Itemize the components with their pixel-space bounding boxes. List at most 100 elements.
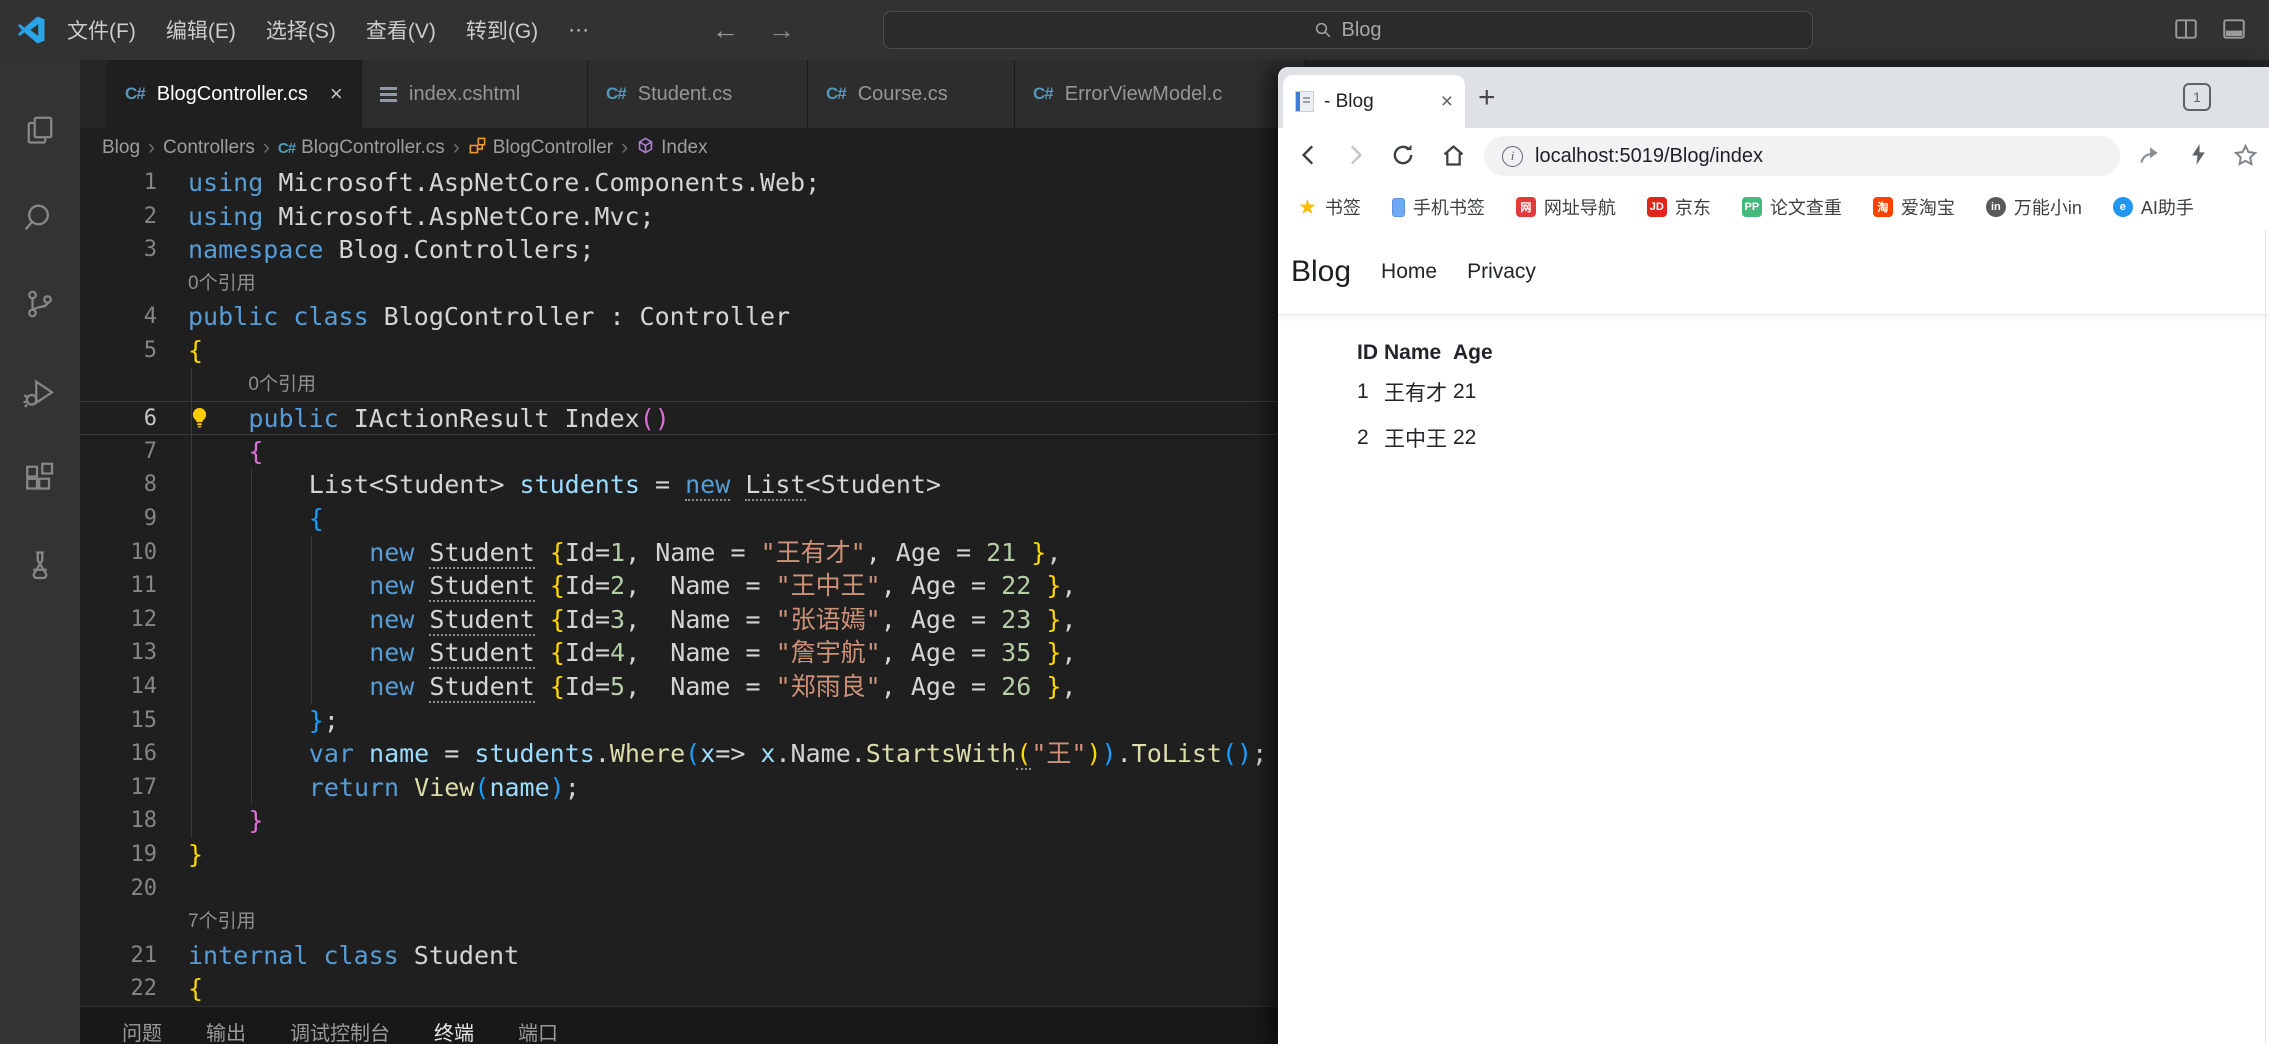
bookmark-论文查重[interactable]: PP 论文查重 [1741,194,1842,220]
line-number[interactable]: 11 [80,569,158,603]
explorer-icon[interactable] [0,100,80,164]
code-line-3[interactable]: 3 namespace Blog.Controllers; [80,233,1278,267]
line-number[interactable]: 19 [80,838,158,872]
menu-item-3[interactable]: 查看(V) [351,15,451,45]
line-number[interactable]: 5 [80,334,157,368]
breadcrumb-item-BlogController.cs[interactable]: C# BlogController.cs [278,137,445,159]
bookmark-爱淘宝[interactable]: 淘爱淘宝 [1872,194,1955,220]
bookmark-网址导航[interactable]: 网网址导航 [1515,194,1616,220]
extensions-icon[interactable] [0,446,80,510]
line-number[interactable]: 4 [80,300,157,334]
tab-close-icon[interactable]: × [330,81,343,107]
editor-tab-ErrorViewModel.c[interactable]: C# ErrorViewModel.c [1015,60,1305,128]
panel-tab-调试控制台[interactable]: 调试控制台 [290,1017,390,1044]
code-line-5[interactable]: 5{ [80,334,1278,368]
site-info-icon[interactable]: i [1502,145,1523,167]
panel-tab-终端[interactable]: 终端 [434,1017,474,1044]
address-bar[interactable]: i localhost:5019/Blog/index [1484,136,2120,176]
codelens[interactable]: 0个引用 [80,267,1278,301]
code-line-18[interactable]: 18} [80,804,1278,838]
menu-item-1[interactable]: 编辑(E) [151,15,251,45]
lightning-icon[interactable] [2186,142,2211,167]
panel-tab-端口[interactable]: 端口 [518,1017,558,1044]
share-icon[interactable] [2136,142,2162,168]
code-line-20[interactable]: 20 [80,872,1278,906]
source-control-icon[interactable] [0,272,80,336]
line-number[interactable]: 20 [80,872,158,906]
line-number[interactable]: 1 [80,168,157,200]
line-number[interactable]: 14 [80,670,158,704]
codelens-references[interactable]: 0个引用 [188,267,256,301]
code-line-10[interactable]: 10 new Student {Id=1, Name = "王有才", Age =… [80,536,1278,570]
line-number[interactable]: 2 [80,200,157,234]
line-number[interactable]: 10 [80,536,158,570]
code-line-1[interactable]: 1 using Microsoft.AspNetCore.Components.W… [80,168,1278,200]
split-editor-icon[interactable] [2173,16,2199,42]
code-editor[interactable]: 1 using Microsoft.AspNetCore.Components.W… [80,168,1278,1006]
code-line-2[interactable]: 2 using Microsoft.AspNetCore.Mvc; [80,200,1278,234]
line-number[interactable]: 3 [80,233,157,267]
new-tab-icon[interactable]: + [1478,81,1496,115]
browser-forward-icon[interactable] [1342,142,1368,168]
line-number[interactable]: 8 [80,468,157,502]
code-line-19[interactable]: 19} [80,838,1278,872]
line-number[interactable]: 12 [80,603,158,637]
browser-tab[interactable]: - Blog × [1283,75,1465,128]
code-line-8[interactable]: 8 List<Student> students = new List<Stude… [80,468,1278,502]
codelens[interactable]: 0个引用 [80,368,1278,402]
layout-panel-icon[interactable] [2221,16,2247,42]
code-line-17[interactable]: 17 return View(name); [80,771,1278,805]
bookmark-手机书签[interactable]: 手机书签 [1391,194,1485,220]
code-line-22[interactable]: 22 { [80,972,1278,1006]
bookmark-star-icon[interactable] [2232,142,2259,169]
editor-tab-BlogController.cs[interactable]: C# BlogController.cs × [107,60,362,128]
search-icon[interactable] [0,186,80,250]
breadcrumb-item-Index[interactable]: Index [636,136,708,161]
page-scrollbar[interactable] [2265,230,2266,1044]
line-number[interactable]: 6 [80,402,157,436]
panel-tab-问题[interactable]: 问题 [122,1017,162,1044]
tab-close-icon[interactable]: × [1441,90,1453,114]
editor-tab-Course.cs[interactable]: C# Course.cs [808,60,1015,128]
bookmark-AI助手[interactable]: e AI助手 [2112,194,2194,220]
run-debug-icon[interactable] [0,361,80,425]
line-number[interactable]: 21 [80,939,158,973]
nav-back-icon[interactable]: ← [712,0,739,60]
code-line-13[interactable]: 13 new Student {Id=4, Name = "詹宇航", Age =… [80,636,1278,670]
codelens[interactable]: 7个引用 [80,905,1278,939]
code-line-9[interactable]: 9{ [80,502,1278,536]
nav-link-Privacy[interactable]: Privacy [1467,260,1536,284]
breadcrumb-item-Blog[interactable]: Blog [102,137,140,159]
browser-reload-icon[interactable] [1390,142,1416,168]
breadcrumb-item-Controllers[interactable]: Controllers [163,137,255,159]
menu-more[interactable]: ··· [553,18,604,42]
line-number[interactable]: 18 [80,804,158,838]
codelens-references[interactable]: 0个引用 [248,368,316,402]
code-line-14[interactable]: 14 new Student {Id=5, Name = "郑雨良", Age =… [80,670,1278,704]
command-center-search[interactable]: Blog [883,11,1813,49]
code-line-21[interactable]: 21 internal class Student [80,939,1278,973]
code-line-7[interactable]: 7{ [80,435,1278,469]
line-number[interactable]: 13 [80,636,158,670]
bookmark-书签[interactable]: ★ 书签 [1298,194,1361,220]
codelens-references[interactable]: 7个引用 [188,905,256,939]
browser-back-icon[interactable] [1296,142,1322,168]
line-number[interactable]: 22 [80,972,158,1006]
line-number[interactable]: 9 [80,502,157,536]
code-line-4[interactable]: 4 public class BlogController : Controlle… [80,300,1278,334]
site-brand-link[interactable]: Blog [1291,255,1351,289]
line-number[interactable]: 15 [80,704,158,738]
tab-counter[interactable]: 1 [2183,83,2211,111]
line-number[interactable]: 16 [80,737,158,771]
bookmark-万能小in[interactable]: in 万能小in [1985,194,2082,220]
code-line-15[interactable]: 15}; [80,704,1278,738]
code-line-6[interactable]: 6 public IActionResult Index() [80,401,1278,436]
code-line-11[interactable]: 11 new Student {Id=2, Name = "王中王", Age =… [80,569,1278,603]
line-number[interactable]: 7 [80,435,157,469]
testing-icon[interactable] [0,534,80,598]
menu-item-4[interactable]: 转到(G) [451,15,553,45]
code-line-12[interactable]: 12 new Student {Id=3, Name = "张语嫣", Age =… [80,603,1278,637]
nav-link-Home[interactable]: Home [1381,260,1437,284]
browser-home-icon[interactable] [1440,142,1467,169]
breadcrumb-item-BlogController[interactable]: BlogController [468,136,613,161]
